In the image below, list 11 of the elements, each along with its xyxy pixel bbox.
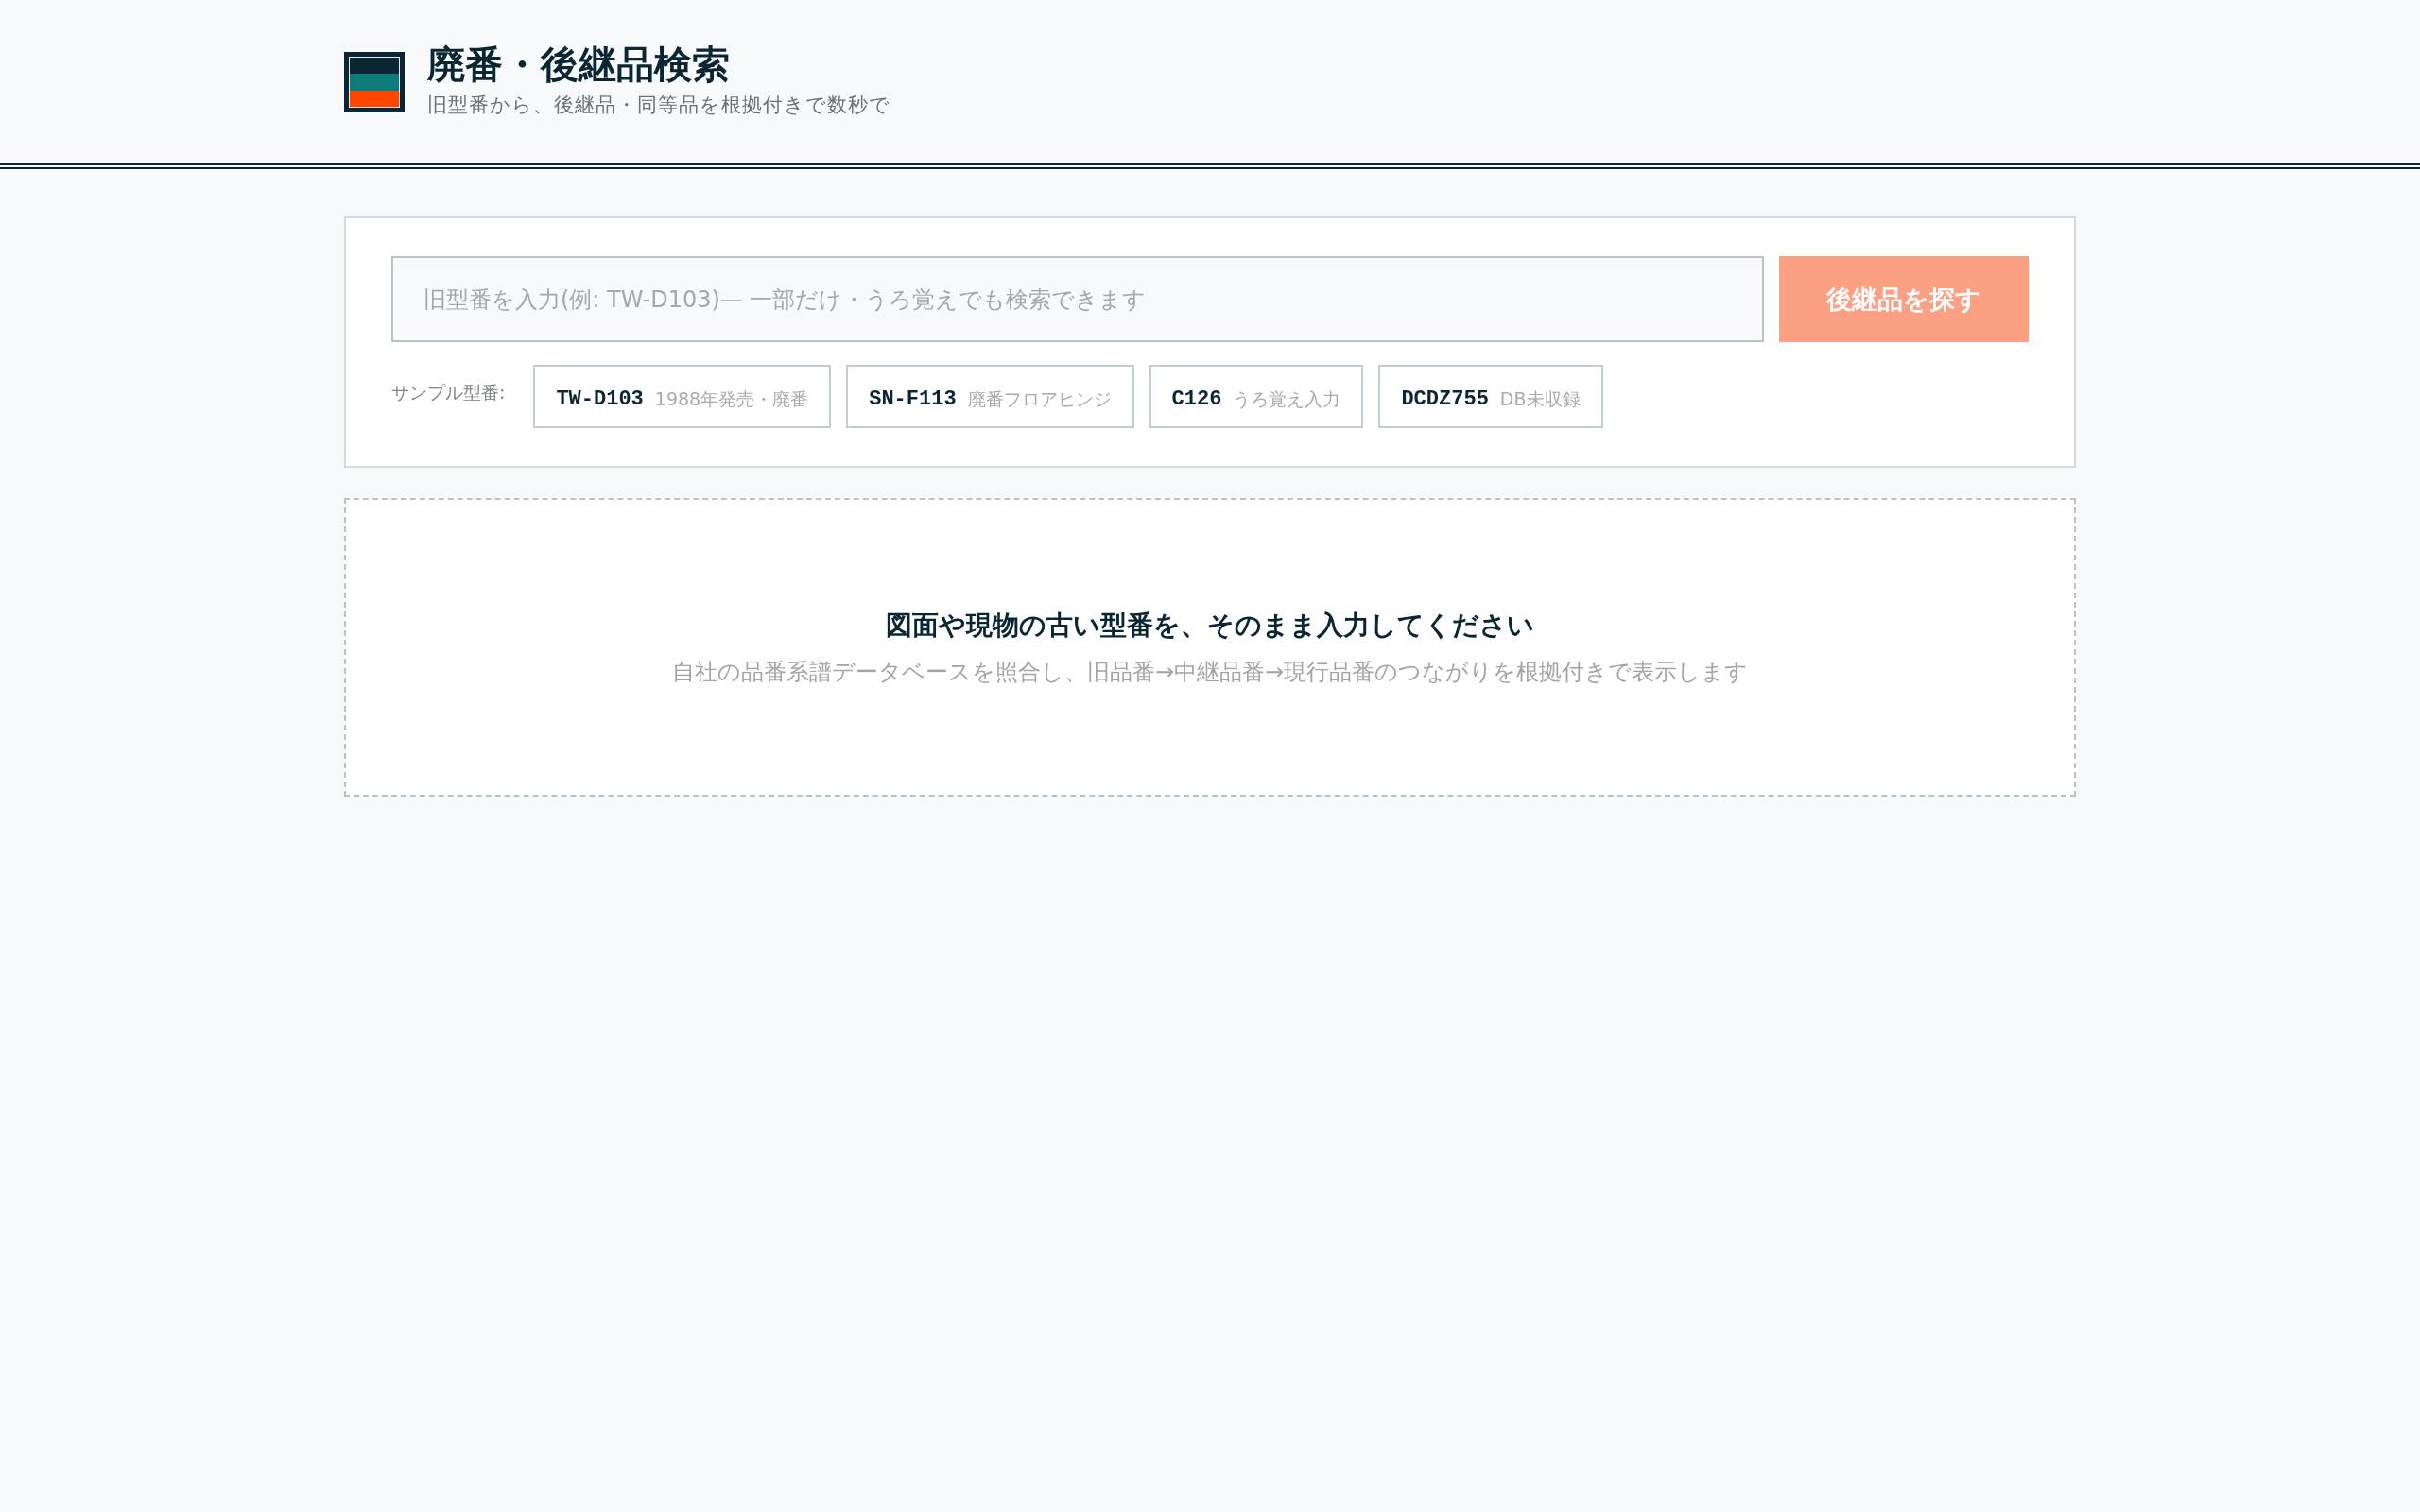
sample-chip[interactable]: TW-D103 1988年発売・廃番 [533,365,832,429]
empty-state-text: 自社の品番系譜データベースを照合し、旧品番→中継品番→現行品番のつながりを根拠付きで表示します [671,658,1749,688]
sample-chip[interactable]: C126 うろ覚え入力 [1149,365,1364,429]
sample-label: サンプル型番: [391,380,506,404]
app-title: 廃番・後継品検索 [427,42,731,87]
sample-chip[interactable]: SN-F113 廃番フロアヒンジ [846,365,1134,429]
empty-state-title: 図面や現物の古い型番を、そのまま入力してください [886,609,1534,644]
app-subtitle: 旧型番から、後継品・同等品を根拠付きで数秒で [427,93,890,118]
logo-icon [344,51,405,112]
search-field[interactable]: 旧型番を入力(例: TW-D103)— 一部だけ・うろ覚えでも検索できます [391,256,1764,343]
sample-chip[interactable]: DCDZ755 DB未収録 [1378,365,1603,429]
